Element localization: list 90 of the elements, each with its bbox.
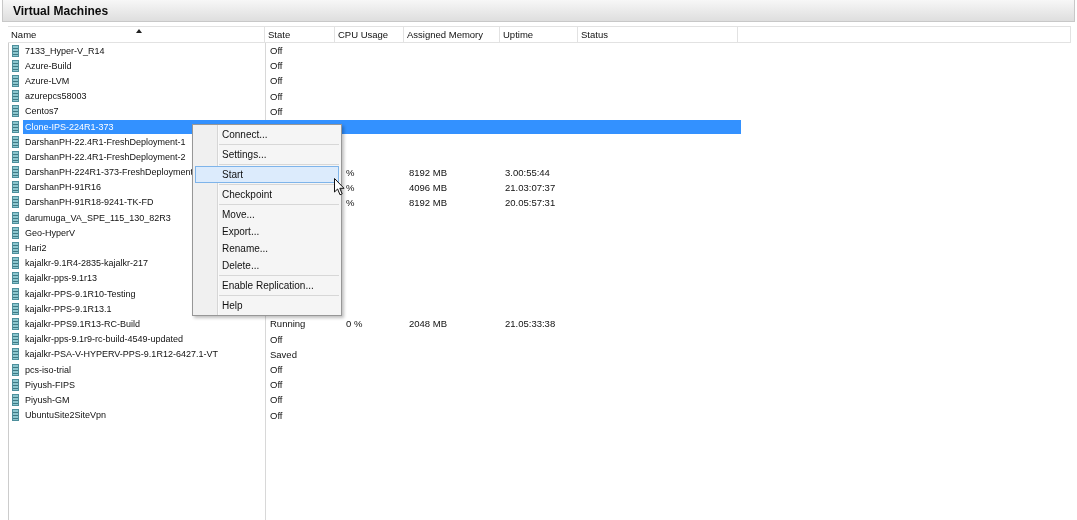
table-cell: % (346, 196, 355, 208)
server-icon (12, 378, 19, 391)
vm-name[interactable]: Piyush-GM (25, 394, 70, 405)
server-icon (12, 257, 19, 270)
table-cell: Off (270, 90, 283, 102)
table-cell: Off (270, 60, 283, 72)
table-cell: Running (270, 318, 306, 330)
vm-name[interactable]: Azure-LVM (25, 75, 70, 86)
table-cell: 8192 MB (409, 196, 448, 208)
vm-name[interactable]: kajalkr-pps-9.1r13 (25, 273, 98, 284)
vm-name[interactable]: UbuntuSite2SiteVpn (25, 410, 107, 421)
vm-name[interactable]: Hari2 (25, 243, 47, 254)
menu-item[interactable]: Connect... (195, 126, 339, 143)
menu-item[interactable]: Rename... (195, 240, 339, 257)
table-cell: Off (270, 364, 283, 376)
table-cell: Off (270, 45, 283, 57)
table-cell: 20.05:57:31 (505, 196, 556, 208)
vm-name[interactable]: DarshanPH-22.4R1-FreshDeployment-1 (25, 136, 186, 147)
server-icon (12, 348, 19, 361)
table-cell: 3.00:55:44 (505, 166, 550, 178)
server-icon (12, 44, 19, 57)
vm-name[interactable]: Piyush-FIPS (25, 379, 75, 390)
server-icon (12, 211, 19, 224)
server-icon (12, 333, 19, 346)
table-cell: % (346, 166, 355, 178)
vm-name[interactable]: pcs-iso-trial (25, 364, 71, 375)
table-cell: 8192 MB (409, 166, 448, 178)
vm-name[interactable]: kajalkr-9.1R4-2835-kajalkr-217 (25, 258, 149, 269)
server-icon (12, 242, 19, 255)
table-cell: 2048 MB (409, 318, 448, 330)
server-icon (12, 74, 19, 87)
server-icon (12, 393, 19, 406)
column-header[interactable]: Name (8, 27, 265, 42)
column-header[interactable]: State (265, 27, 335, 42)
table-cell: Saved (270, 348, 297, 360)
table-cell: 21.03:07:37 (505, 181, 556, 193)
server-icon (12, 150, 19, 163)
server-icon (12, 59, 19, 72)
column-header[interactable]: Uptime (500, 27, 578, 42)
server-icon (12, 135, 19, 148)
vm-name[interactable]: DarshanPH-91R18-9241-TK-FD (25, 197, 154, 208)
menu-item[interactable]: Delete... (195, 257, 339, 274)
column-header[interactable]: CPU Usage (335, 27, 404, 42)
server-icon (12, 363, 19, 376)
table-cell: % (346, 181, 355, 193)
server-icon (12, 181, 19, 194)
menu-item[interactable]: Settings... (195, 146, 339, 163)
vm-name[interactable]: 7133_Hyper-V_R14 (25, 45, 105, 56)
server-icon (12, 317, 19, 330)
server-icon (12, 302, 19, 315)
server-icon (12, 272, 19, 285)
server-icon (12, 120, 19, 133)
table-cell: 21.05:33:38 (505, 318, 556, 330)
menu-item[interactable]: Enable Replication... (195, 277, 339, 294)
server-icon (12, 409, 19, 422)
menu-item[interactable]: Export... (195, 223, 339, 240)
vm-name[interactable]: DarshanPH-22.4R1-FreshDeployment-2 (25, 151, 186, 162)
menu-item[interactable]: Help (195, 297, 339, 314)
server-icon (12, 90, 19, 103)
table-cell: Off (270, 409, 283, 421)
vm-name[interactable]: azurepcs58003 (25, 91, 87, 102)
vm-name[interactable]: Centos7 (25, 106, 59, 117)
vm-name[interactable]: kajalkr-PPS-9.1R10-Testing (25, 288, 136, 299)
vm-name[interactable]: DarshanPH-224R1-373-FreshDeployment (25, 167, 194, 178)
vm-name[interactable]: kajalkr-PPS-9.1R13.1 (25, 303, 112, 314)
vm-name[interactable]: darumuga_VA_SPE_115_130_82R3 (25, 212, 171, 223)
server-icon (12, 166, 19, 179)
panel-title: Virtual Machines (13, 3, 109, 18)
server-icon (12, 196, 19, 209)
vm-name[interactable]: kajalkr-PSA-V-HYPERV-PPS-9.1R12-6427.1-VT (25, 349, 218, 360)
column-header[interactable]: Assigned Memory (404, 27, 500, 42)
vm-name[interactable]: kajalkr-pps-9.1r9-rc-build-4549-updated (25, 334, 184, 345)
table-cell: Off (270, 333, 283, 345)
vm-name[interactable]: kajalkr-PPS9.1R13-RC-Build (25, 318, 141, 329)
table-cell: Off (270, 379, 283, 391)
menu-item[interactable]: Start (195, 166, 339, 183)
table-cell: Off (270, 105, 283, 117)
table-cell: Off (270, 394, 283, 406)
vm-name[interactable]: DarshanPH-91R16 (25, 182, 102, 193)
menu-item[interactable]: Move... (195, 206, 339, 223)
column-header[interactable]: Status (578, 27, 738, 42)
server-icon (12, 287, 19, 300)
vm-name[interactable]: Geo-HyperV (25, 227, 76, 238)
table-cell: 0 % (346, 318, 363, 330)
mouse-pointer-icon (334, 178, 346, 196)
table-cell: Off (270, 75, 283, 87)
table-cell: 4096 MB (409, 181, 448, 193)
server-icon (12, 105, 19, 118)
server-icon (12, 226, 19, 239)
vm-name[interactable]: Azure-Build (25, 60, 72, 71)
